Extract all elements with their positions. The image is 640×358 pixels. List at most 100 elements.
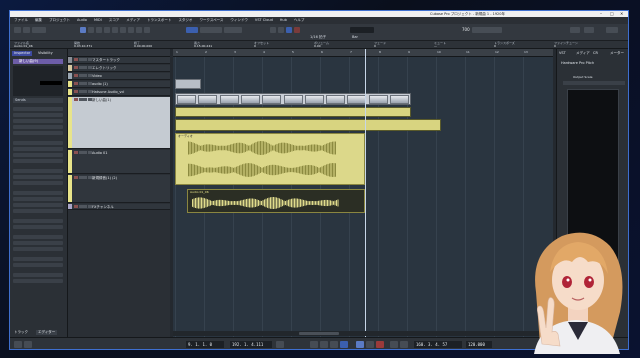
- channel-slot[interactable]: [13, 175, 63, 179]
- activate-project-button[interactable]: [14, 27, 21, 33]
- transport-play[interactable]: [286, 27, 292, 33]
- insert-slot[interactable]: [13, 119, 63, 123]
- minimize-icon[interactable]: –: [600, 11, 602, 16]
- menu-item[interactable]: プロジェクト: [49, 17, 70, 24]
- menu-item[interactable]: メディア: [126, 17, 140, 24]
- menu-item[interactable]: ウィンドウ: [230, 17, 248, 24]
- menu-item[interactable]: VST Cloud: [255, 17, 273, 24]
- track-row[interactable]: Video: [68, 73, 170, 80]
- record-enable-button[interactable]: [83, 151, 87, 154]
- track-row[interactable]: エレクトリック: [68, 65, 170, 72]
- range-tool[interactable]: [88, 27, 94, 33]
- precount-button[interactable]: [400, 341, 408, 348]
- notepad-slot[interactable]: [13, 273, 63, 277]
- mute-button[interactable]: [74, 74, 78, 77]
- info-field[interactable]: 開始 0.03.10.371: [74, 42, 92, 48]
- scrollbar-thumb[interactable]: [299, 332, 339, 335]
- mute-button[interactable]: [74, 205, 78, 208]
- position-display[interactable]: 160. 3. 4. 57: [414, 341, 462, 348]
- record-enable-button[interactable]: [83, 90, 87, 93]
- right-locator[interactable]: 192. 1. 4.111: [230, 341, 272, 348]
- constrain-delay-button[interactable]: [23, 27, 30, 33]
- notepad-slot[interactable]: [13, 203, 63, 207]
- track-row[interactable]: 新規録音(1) (2): [68, 175, 170, 203]
- rewind-button[interactable]: [310, 341, 318, 348]
- menu-item[interactable]: Audio: [77, 17, 87, 24]
- edit-button[interactable]: [87, 90, 92, 93]
- tab-visibility[interactable]: Visibility: [36, 51, 55, 56]
- maximize-icon[interactable]: □: [610, 11, 614, 16]
- mute-button[interactable]: [74, 98, 78, 101]
- mute-button[interactable]: [74, 66, 78, 69]
- mute-button[interactable]: [74, 82, 78, 85]
- left-locator[interactable]: 9. 1. 1. 0: [186, 341, 224, 348]
- project-cursor[interactable]: [365, 49, 366, 337]
- record-enable-button[interactable]: [83, 74, 87, 77]
- menu-item[interactable]: トランスポート: [147, 17, 171, 24]
- forward-button[interactable]: [320, 341, 328, 348]
- eq-slot[interactable]: [13, 147, 63, 151]
- cycle-button[interactable]: [276, 341, 284, 348]
- right-panel-tab[interactable]: CR: [593, 51, 598, 55]
- solo-button[interactable]: [78, 151, 83, 154]
- section-sends[interactable]: Sends: [13, 98, 63, 103]
- info-field[interactable]: ミュート —: [434, 42, 446, 48]
- channel-slot[interactable]: [13, 181, 63, 185]
- zoom-tool[interactable]: [120, 27, 126, 33]
- transport-rewind[interactable]: [270, 27, 276, 33]
- info-field[interactable]: ファインチューン 0: [554, 42, 578, 48]
- edit-button[interactable]: [87, 205, 92, 208]
- marker-part[interactable]: [175, 79, 201, 89]
- output-select[interactable]: [563, 81, 625, 85]
- menu-item[interactable]: Hub: [280, 17, 287, 24]
- record-mode-button[interactable]: [14, 341, 22, 348]
- record-enable-button[interactable]: [83, 66, 87, 69]
- insert-slot[interactable]: [13, 125, 63, 129]
- track-row[interactable]: FXチャンネル: [68, 204, 170, 210]
- inspector-track-header[interactable]: 新しい曲(9): [13, 59, 63, 64]
- info-field[interactable]: オフセット 0: [254, 42, 269, 48]
- solo-button[interactable]: [78, 66, 83, 69]
- snap-type-select[interactable]: [200, 27, 222, 33]
- solo-button[interactable]: [78, 90, 83, 93]
- notepad-slot[interactable]: [13, 247, 63, 251]
- track-row[interactable]: 新しい曲(1): [68, 97, 170, 149]
- zoom-slider[interactable]: [472, 27, 502, 33]
- tab-editor[interactable]: エディター: [36, 330, 58, 335]
- menu-item[interactable]: ヘルプ: [294, 17, 305, 24]
- automation-mode-button[interactable]: [32, 27, 46, 33]
- video-part[interactable]: [175, 93, 411, 105]
- eq-slot[interactable]: [13, 159, 63, 163]
- notepad-slot[interactable]: [13, 235, 63, 239]
- metronome-button[interactable]: [390, 341, 398, 348]
- info-field[interactable]: ファイル名 Audio 01_06: [14, 42, 33, 48]
- menu-item[interactable]: MIDI: [94, 17, 102, 24]
- record-button[interactable]: [376, 341, 384, 348]
- menu-item[interactable]: 編集: [35, 17, 42, 24]
- project-arrange-area[interactable]: 1 2 3 4 5 6 7 8 9 10 11 12 13 オーディオ Audio 01_06: [173, 49, 553, 337]
- notepad-slot[interactable]: [13, 209, 63, 213]
- notepad-slot[interactable]: [13, 279, 63, 283]
- mute-button[interactable]: [74, 58, 78, 61]
- solo-button[interactable]: [78, 98, 83, 101]
- edit-button[interactable]: [87, 151, 92, 154]
- time-warp-tool[interactable]: [136, 27, 142, 33]
- menu-item[interactable]: スコア: [109, 17, 120, 24]
- eq-slot[interactable]: [13, 153, 63, 157]
- tab-track[interactable]: トラック: [12, 330, 30, 335]
- stop-main-button[interactable]: [366, 341, 374, 348]
- notepad-slot[interactable]: [13, 257, 63, 261]
- menu-item[interactable]: ワークスペース: [199, 17, 223, 24]
- tempo-display[interactable]: 120.000: [466, 341, 492, 348]
- track-row[interactable]: Hatsune Audio_vcl: [68, 89, 170, 96]
- horizontal-scrollbar[interactable]: [173, 331, 553, 336]
- menu-item[interactable]: スタジオ: [178, 17, 192, 24]
- edit-button[interactable]: [87, 98, 92, 101]
- menu-item[interactable]: ファイル: [14, 17, 28, 24]
- notepad-slot[interactable]: [13, 263, 63, 267]
- close-icon[interactable]: ✕: [620, 11, 623, 16]
- notepad-slot[interactable]: [13, 197, 63, 201]
- solo-button[interactable]: [78, 74, 83, 77]
- edit-button[interactable]: [87, 82, 92, 85]
- split-tool[interactable]: [96, 27, 102, 33]
